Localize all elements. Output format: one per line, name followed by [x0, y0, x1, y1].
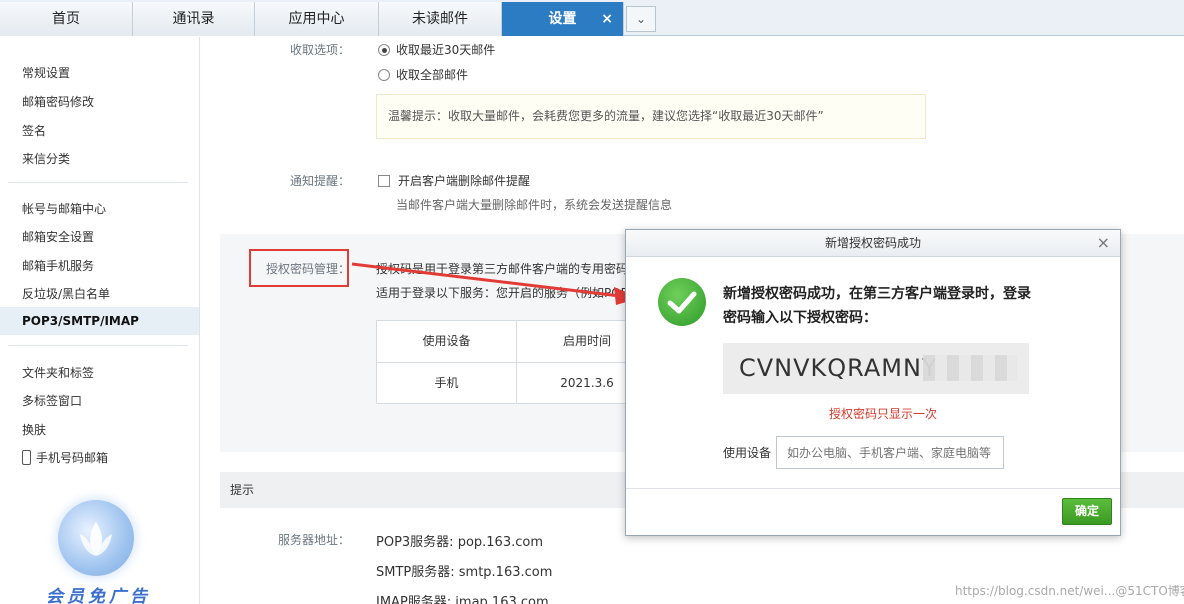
server-address-label: 服务器地址：	[277, 533, 350, 547]
chevron-down-icon[interactable]: ⌄	[626, 6, 656, 32]
dialog-title: 新增授权密码成功	[824, 236, 921, 250]
table-header: 使用设备	[422, 334, 471, 348]
tab-label: 首页	[52, 11, 80, 27]
notify-checkbox-row[interactable]: 开启客户端删除邮件提醒	[378, 172, 530, 189]
option-label: 收取最近30天邮件	[396, 43, 496, 57]
tab-app-center[interactable]: 应用中心	[255, 2, 379, 36]
auth-device-table: 使用设备 启用时间 手机 2021.3.6	[376, 320, 626, 404]
sidebar-divider	[8, 182, 188, 183]
checkbox-label: 开启客户端删除邮件提醒	[398, 174, 531, 188]
vip-promo-banner[interactable]: 会员免广告	[30, 492, 170, 604]
success-check-icon	[658, 278, 706, 326]
tab-label: 通讯录	[172, 11, 215, 27]
sidebar-item-label: 手机号码邮箱	[36, 451, 109, 465]
blur-mask	[923, 355, 1017, 381]
sidebar-item-pop3-smtp-imap[interactable]: POP3/SMTP/IMAP	[22, 314, 139, 328]
sidebar-item-general[interactable]: 常规设置	[22, 64, 70, 81]
dialog-header: 新增授权密码成功 ×	[626, 230, 1120, 257]
table-cell: 手机	[434, 376, 459, 390]
watermark: https://blog.csdn.net/wei...@51CTO博客	[955, 584, 1184, 598]
option-label: 收取全部邮件	[396, 68, 469, 82]
auth-code-box: CVNVKQRAMNY	[723, 343, 1029, 394]
radio-unselected[interactable]	[378, 69, 390, 81]
dialog-message: 新增授权密码成功，在第三方客户端登录时，登录密码输入以下授权密码：	[723, 286, 1031, 326]
auth-code-services: 适用于登录以下服务：您开启的服务（例如POP	[376, 286, 628, 300]
tab-unread[interactable]: 未读邮件	[379, 2, 502, 36]
tab-label: 设置	[548, 11, 577, 27]
sidebar-divider	[8, 345, 188, 346]
tab-contacts[interactable]: 通讯录	[133, 2, 255, 36]
tab-home[interactable]: 首页	[0, 2, 133, 36]
sidebar-item-folders[interactable]: 文件夹和标签	[22, 364, 94, 381]
sidebar: 常规设置 邮箱密码修改 签名 来信分类 帐号与邮箱中心 邮箱安全设置 邮箱手机服…	[0, 37, 200, 604]
dialog-footer-divider	[626, 488, 1120, 489]
sidebar-item-mail-filter[interactable]: 来信分类	[22, 150, 70, 167]
sidebar-item-password[interactable]: 邮箱密码修改	[22, 93, 94, 110]
smtp-server: SMTP服务器: smtp.163.com	[376, 565, 553, 580]
sidebar-item-account-center[interactable]: 帐号与邮箱中心	[22, 200, 106, 217]
sidebar-item-mobile-service[interactable]: 邮箱手机服务	[22, 257, 94, 274]
confirm-button[interactable]: 确定	[1062, 498, 1112, 525]
receive-options-label: 收取选项：	[289, 43, 350, 57]
auth-code: CVNVKQRAMNY	[739, 354, 938, 382]
auth-code-description: 授权码是用于登录第三方邮件客户端的专用密码	[376, 262, 629, 276]
sidebar-item-security[interactable]: 邮箱安全设置	[22, 228, 94, 245]
device-label: 使用设备	[723, 446, 772, 460]
sidebar-item-multi-tab[interactable]: 多标签窗口	[22, 392, 82, 409]
close-icon[interactable]: ×	[601, 2, 613, 36]
sidebar-item-signature[interactable]: 签名	[22, 122, 46, 139]
sidebar-item-phone-mailbox[interactable]: 手机号码邮箱	[22, 449, 108, 466]
receive-recent-option[interactable]: 收取最近30天邮件	[378, 41, 495, 58]
radio-selected[interactable]	[378, 44, 390, 56]
auth-success-dialog: 新增授权密码成功 × 新增授权密码成功，在第三方客户端登录时，登录密码输入以下授…	[625, 229, 1121, 536]
phone-icon	[22, 450, 31, 465]
notify-description: 当邮件客户端大量删除邮件时，系统会发送提醒信息	[396, 198, 673, 212]
tab-bar: 首页 通讯录 应用中心 未读邮件 设置 × ⌄	[0, 0, 1184, 36]
pop3-server: POP3服务器: pop.163.com	[376, 535, 543, 550]
sidebar-item-skin[interactable]: 换肤	[22, 421, 46, 438]
promo-text: 会员免广告	[46, 587, 151, 604]
tab-label: 未读邮件	[412, 11, 468, 27]
vip-logo-icon	[58, 500, 134, 576]
receive-all-option[interactable]: 收取全部邮件	[378, 66, 468, 83]
notify-label: 通知提醒：	[289, 174, 350, 188]
imap-server: IMAP服务器: imap.163.com	[376, 595, 549, 604]
tab-settings[interactable]: 设置 ×	[502, 2, 624, 36]
tab-label: 应用中心	[288, 11, 345, 27]
device-input[interactable]	[776, 436, 1004, 469]
auth-code-label: 授权密码管理：	[265, 262, 350, 276]
sidebar-item-antispam[interactable]: 反垃圾/黑白名单	[22, 285, 110, 302]
once-notice: 授权密码只显示一次	[828, 407, 937, 421]
notify-checkbox[interactable]	[378, 175, 390, 187]
warm-tip-box: 温馨提示：收取大量邮件，会耗费您更多的流量，建议您选择“收取最近30天邮件”	[376, 94, 926, 139]
close-icon[interactable]: ×	[1097, 230, 1110, 256]
